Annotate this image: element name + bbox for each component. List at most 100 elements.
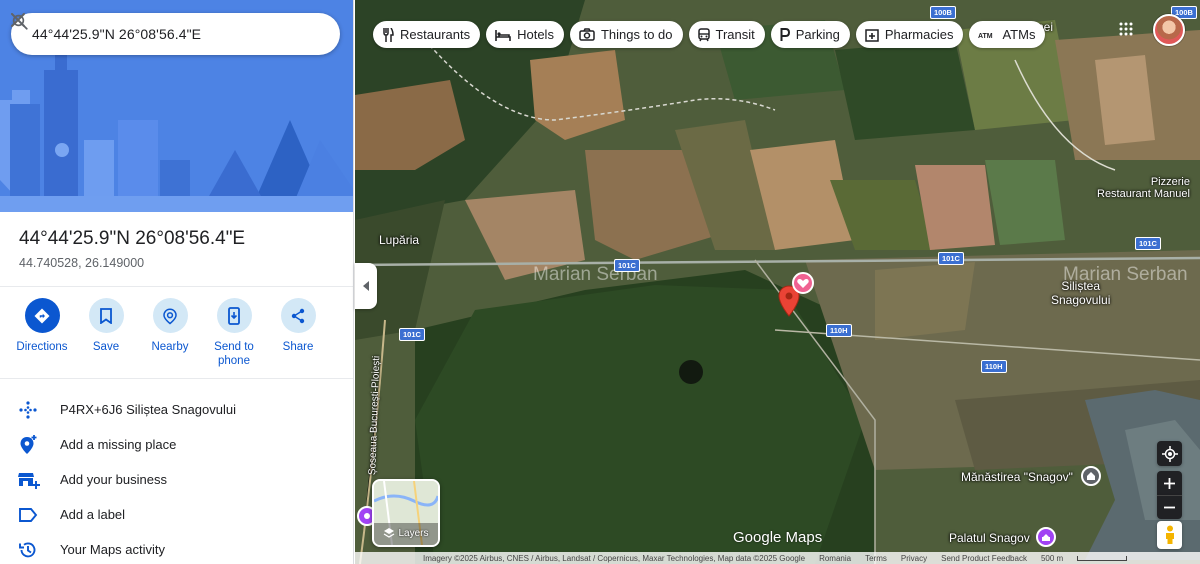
category-chips: Restaurants Hotels Things to do Transit … bbox=[373, 21, 1046, 48]
road-shield: 101C bbox=[399, 328, 425, 341]
decimal-coordinates: 44.740528, 26.149000 bbox=[19, 256, 145, 270]
add-business-icon bbox=[0, 470, 60, 490]
chevron-left-icon bbox=[363, 281, 369, 291]
road-shield: 101C bbox=[614, 259, 640, 272]
restaurant-icon bbox=[382, 27, 394, 42]
map-label-lupsaria: Lupăria bbox=[379, 233, 420, 247]
chip-pharmacies[interactable]: Pharmacies bbox=[855, 21, 964, 48]
chip-label: Pharmacies bbox=[884, 27, 954, 42]
chip-label: Transit bbox=[715, 27, 755, 42]
layers-icon bbox=[384, 528, 395, 538]
chip-parking[interactable]: Parking bbox=[770, 21, 850, 48]
add-missing-place-text: Add a missing place bbox=[60, 437, 177, 452]
share-button[interactable]: Share bbox=[266, 298, 330, 368]
atm-icon: ATM bbox=[978, 30, 996, 40]
road-shield: 101C bbox=[938, 252, 964, 265]
search-box[interactable]: 44°44'25.9"N 26°08'56.4"E bbox=[11, 13, 340, 55]
pharmacy-icon bbox=[865, 28, 879, 42]
apps-grid-icon[interactable] bbox=[1119, 22, 1133, 41]
map-controls bbox=[1157, 441, 1182, 519]
road-shield: 110H bbox=[826, 324, 852, 337]
imagery-attribution: Imagery ©2025 Airbus, CNES / Airbus, Lan… bbox=[423, 553, 806, 563]
road-shield: 100B bbox=[930, 6, 956, 19]
add-business-text: Add your business bbox=[60, 472, 167, 487]
map-canvas[interactable]: Lupăria Siliștea Snagovului Pizzerie Res… bbox=[355, 0, 1200, 564]
directions-button[interactable]: Directions bbox=[10, 298, 74, 368]
chip-label: ATMs bbox=[1002, 27, 1036, 42]
nearby-button[interactable]: Nearby bbox=[138, 298, 202, 368]
add-label-text: Add a label bbox=[60, 507, 126, 522]
search-input[interactable]: 44°44'25.9"N 26°08'56.4"E bbox=[32, 26, 260, 42]
map-label-manastirea: Mănăstirea "Snagov" bbox=[961, 470, 1073, 484]
divider bbox=[0, 286, 353, 287]
map-label-palatul: Palatul Snagov bbox=[949, 531, 1030, 545]
share-icon bbox=[280, 298, 316, 333]
chip-hotels[interactable]: Hotels bbox=[486, 21, 564, 48]
place-title: 44°44'25.9"N 26°08'56.4"E bbox=[19, 228, 246, 249]
zoom-in-button[interactable] bbox=[1157, 471, 1182, 495]
add-business-row[interactable]: Add your business bbox=[0, 462, 353, 497]
minus-icon bbox=[1164, 506, 1175, 509]
road-shield: 110H bbox=[981, 360, 1007, 373]
close-icon[interactable] bbox=[11, 13, 340, 55]
camera-icon bbox=[579, 28, 595, 41]
chip-label: Things to do bbox=[600, 27, 673, 42]
layers-button[interactable]: Layers bbox=[372, 479, 440, 547]
region-link[interactable]: Romania bbox=[819, 554, 851, 563]
send-to-phone-button[interactable]: Send to phone bbox=[202, 298, 266, 368]
hero-illustration: 44°44'25.9"N 26°08'56.4"E bbox=[0, 0, 353, 212]
maps-activity-text: Your Maps activity bbox=[60, 542, 166, 557]
my-location-icon bbox=[1161, 445, 1178, 462]
scale-bar bbox=[1077, 555, 1128, 561]
plus-code-row[interactable]: P4RX+6J6 Siliștea Snagovului bbox=[0, 392, 353, 427]
history-icon bbox=[0, 540, 60, 560]
save-label: Save bbox=[92, 341, 120, 353]
road-shield: 101C bbox=[1135, 237, 1161, 250]
street-view-pegman[interactable] bbox=[1157, 521, 1182, 549]
nearby-label: Nearby bbox=[151, 341, 189, 353]
divider bbox=[0, 378, 353, 379]
chip-atms[interactable]: ATM ATMs bbox=[969, 21, 1046, 48]
layers-label-wrap: Layers bbox=[374, 527, 438, 539]
my-location-button[interactable] bbox=[1157, 441, 1182, 466]
hotel-icon bbox=[495, 29, 511, 41]
add-missing-place-row[interactable]: Add a missing place bbox=[0, 427, 353, 462]
account-avatar[interactable] bbox=[1153, 14, 1185, 46]
directions-icon bbox=[24, 298, 60, 333]
transit-icon bbox=[697, 27, 710, 42]
send-to-phone-label: Send to phone bbox=[214, 341, 254, 367]
chip-things-to-do[interactable]: Things to do bbox=[569, 21, 683, 48]
chip-label: Hotels bbox=[517, 27, 554, 42]
maps-activity-row[interactable]: Your Maps activity bbox=[0, 532, 353, 564]
info-list: P4RX+6J6 Siliștea Snagovului Add a missi… bbox=[0, 392, 353, 564]
svg-text:ATM: ATM bbox=[978, 33, 993, 40]
privacy-link[interactable]: Privacy bbox=[901, 554, 927, 563]
saved-place-heart-icon[interactable] bbox=[792, 272, 814, 299]
map-label-pizzerie: Pizzerie Restaurant Manuel bbox=[1097, 176, 1190, 200]
terms-link[interactable]: Terms bbox=[865, 554, 887, 563]
side-panel: 44°44'25.9"N 26°08'56.4"E 44°44'25.9"N 2… bbox=[0, 0, 354, 564]
parking-icon bbox=[780, 27, 790, 42]
share-label: Share bbox=[282, 341, 314, 353]
plus-icon bbox=[1164, 477, 1175, 489]
bookmark-icon bbox=[88, 298, 124, 333]
add-label-row[interactable]: Add a label bbox=[0, 497, 353, 532]
directions-label: Directions bbox=[16, 341, 68, 353]
chip-label: Restaurants bbox=[400, 27, 471, 42]
save-button[interactable]: Save bbox=[74, 298, 138, 368]
watermark: Marian Serban bbox=[1063, 264, 1188, 285]
search-icon[interactable] bbox=[12, 13, 300, 55]
plus-code-text: P4RX+6J6 Siliștea Snagovului bbox=[60, 402, 236, 417]
landmark-icon[interactable] bbox=[1036, 527, 1056, 547]
collapse-panel-button[interactable] bbox=[355, 263, 377, 309]
plus-code-icon bbox=[0, 400, 60, 420]
scale-label[interactable]: 500 m bbox=[1041, 554, 1063, 563]
feedback-link[interactable]: Send Product Feedback bbox=[941, 554, 1027, 563]
chip-restaurants[interactable]: Restaurants bbox=[373, 21, 481, 48]
action-bar: Directions Save Nearby Send to phone Sha… bbox=[10, 298, 350, 368]
label-icon bbox=[0, 507, 60, 523]
zoom-out-button[interactable] bbox=[1157, 495, 1182, 519]
chip-transit[interactable]: Transit bbox=[688, 21, 765, 48]
nearby-icon bbox=[152, 298, 188, 333]
monastery-icon[interactable] bbox=[1081, 466, 1101, 486]
